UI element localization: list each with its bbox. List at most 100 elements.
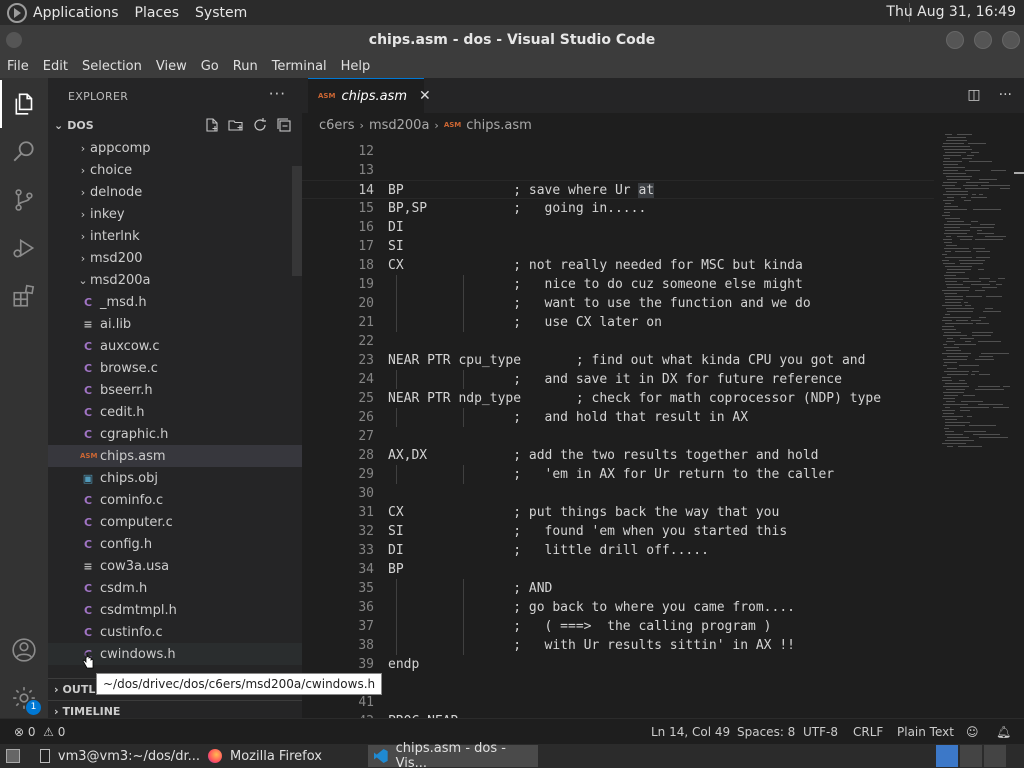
- feedback-icon[interactable]: ☺: [966, 725, 979, 739]
- close-window-button[interactable]: [1002, 31, 1020, 49]
- menu-help[interactable]: Help: [334, 59, 378, 74]
- code-line[interactable]: 39 endp: [302, 655, 934, 674]
- folder-item[interactable]: › choice: [48, 159, 302, 181]
- panel-menu-places[interactable]: Places: [135, 5, 180, 21]
- panel-menu-system[interactable]: System: [195, 5, 247, 21]
- cursor-position[interactable]: Ln 14, Col 49: [651, 725, 730, 739]
- distro-logo-icon[interactable]: [7, 2, 27, 23]
- panel-clock[interactable]: Thu Aug 31, 16:49: [886, 4, 1016, 20]
- workspace-3[interactable]: [984, 745, 1006, 767]
- code-line[interactable]: 17 SI: [302, 237, 934, 256]
- split-editor-icon[interactable]: ◫: [967, 87, 980, 103]
- taskbar-item-vscode[interactable]: chips.asm - dos - Vis...: [368, 741, 538, 768]
- code-line[interactable]: 16 DI: [302, 218, 934, 237]
- editor-more-icon[interactable]: ···: [999, 87, 1012, 103]
- problems-status[interactable]: ⊗ 0 ⚠ 0: [14, 725, 65, 739]
- sidebar-scrollbar[interactable]: [292, 166, 302, 276]
- code-line[interactable]: 25 NEAR PTR ndp_type ; check for math cop…: [302, 389, 934, 408]
- code-editor[interactable]: 12 13 14 BP ; save where Ur at 15 BP,SP ; goi…: [302, 142, 934, 718]
- code-line[interactable]: 29 ; 'em in AX for Ur return to the call…: [302, 465, 934, 484]
- code-line[interactable]: 33 DI ; little drill off.....: [302, 541, 934, 560]
- code-line[interactable]: 20 ; want to use the function and we do: [302, 294, 934, 313]
- menu-terminal[interactable]: Terminal: [265, 59, 334, 74]
- file-item[interactable]: Ccedit.h: [48, 401, 302, 423]
- code-line[interactable]: 31 CX ; put things back the way that you: [302, 503, 934, 522]
- workspace-1[interactable]: [936, 745, 958, 767]
- code-line[interactable]: 40: [302, 674, 934, 693]
- files-icon[interactable]: [0, 80, 48, 128]
- folder-item[interactable]: › appcomp: [48, 137, 302, 159]
- folder-item[interactable]: › interlnk: [48, 225, 302, 247]
- code-line[interactable]: 30: [302, 484, 934, 503]
- menu-view[interactable]: View: [149, 59, 194, 74]
- workspace-2[interactable]: [960, 745, 982, 767]
- panel-menu-applications[interactable]: Applications: [33, 5, 119, 21]
- code-line[interactable]: 27: [302, 427, 934, 446]
- breadcrumb-item[interactable]: c6ers: [319, 118, 355, 133]
- file-item[interactable]: ▣ chips.obj: [48, 467, 302, 489]
- menu-go[interactable]: Go: [194, 59, 226, 74]
- folder-item[interactable]: › delnode: [48, 181, 302, 203]
- breadcrumb-item[interactable]: msd200a: [369, 118, 429, 133]
- file-item[interactable]: Ccominfo.c: [48, 489, 302, 511]
- file-item[interactable]: Cbseerr.h: [48, 379, 302, 401]
- collapse-all-icon[interactable]: [276, 117, 294, 133]
- indentation-status[interactable]: Spaces: 8: [737, 725, 795, 739]
- minimap[interactable]: [938, 128, 1012, 728]
- code-line[interactable]: 32 SI ; found 'em when you started this: [302, 522, 934, 541]
- more-actions-icon[interactable]: ···: [269, 85, 286, 103]
- minimize-button[interactable]: [946, 31, 964, 49]
- extensions-icon[interactable]: [0, 272, 48, 320]
- code-line[interactable]: 41: [302, 693, 934, 712]
- settings-gear-icon[interactable]: 1: [0, 674, 48, 722]
- show-desktop-icon[interactable]: [0, 745, 30, 767]
- code-line[interactable]: 34 BP: [302, 560, 934, 579]
- window-menu-icon[interactable]: [6, 32, 22, 48]
- file-item[interactable]: ASM chips.asm: [48, 445, 302, 467]
- code-line[interactable]: 37 ; ( ===> the calling program ): [302, 617, 934, 636]
- refresh-icon[interactable]: [252, 117, 270, 133]
- code-line[interactable]: 26 ; and hold that result in AX: [302, 408, 934, 427]
- menu-file[interactable]: File: [0, 59, 36, 74]
- maximize-button[interactable]: [974, 31, 992, 49]
- file-item[interactable]: Cauxcow.c: [48, 335, 302, 357]
- code-line[interactable]: 21 ; use CX later on: [302, 313, 934, 332]
- folder-item[interactable]: › msd200: [48, 247, 302, 269]
- tab-chips-asm[interactable]: ASM chips.asm ✕: [308, 78, 431, 113]
- file-item[interactable]: Ccsdmtmpl.h: [48, 599, 302, 621]
- taskbar-item-terminal[interactable]: vm3@vm3:~/dos/dr...: [34, 745, 200, 767]
- run-debug-icon[interactable]: [0, 224, 48, 272]
- file-item[interactable]: C _msd.h: [48, 291, 302, 313]
- file-item[interactable]: Ccustinfo.c: [48, 621, 302, 643]
- search-icon[interactable]: [0, 128, 48, 176]
- window-titlebar[interactable]: chips.asm - dos - Visual Studio Code: [0, 25, 1024, 55]
- code-line[interactable]: 36 ; go back to where you came from....: [302, 598, 934, 617]
- file-item[interactable]: ≡ cow3a.usa: [48, 555, 302, 577]
- code-line[interactable]: 15 BP,SP ; going in.....: [302, 199, 934, 218]
- file-item[interactable]: Ccomputer.c: [48, 511, 302, 533]
- timeline-panel-header[interactable]: › TIMELINE: [48, 700, 302, 718]
- file-item[interactable]: ≡ ai.lib: [48, 313, 302, 335]
- folder-item[interactable]: › inkey: [48, 203, 302, 225]
- code-line[interactable]: 14 BP ; save where Ur at: [302, 180, 934, 199]
- breadcrumb-item[interactable]: chips.asm: [466, 118, 532, 133]
- code-line[interactable]: 38 ; with Ur results sittin' in AX !!: [302, 636, 934, 655]
- code-line[interactable]: 18 CX ; not really needed for MSC but kin…: [302, 256, 934, 275]
- code-line[interactable]: 13: [302, 161, 934, 180]
- code-line[interactable]: 19 ; nice to do cuz someone else might: [302, 275, 934, 294]
- file-item[interactable]: Cconfig.h: [48, 533, 302, 555]
- code-line[interactable]: 22: [302, 332, 934, 351]
- file-item[interactable]: Cbrowse.c: [48, 357, 302, 379]
- encoding-status[interactable]: UTF-8: [803, 725, 838, 739]
- notifications-bell-icon[interactable]: 🔔︎: [996, 725, 1011, 739]
- account-icon[interactable]: [0, 626, 48, 674]
- editor-scrollbar[interactable]: [1014, 172, 1024, 174]
- menu-run[interactable]: Run: [226, 59, 265, 74]
- taskbar-item-firefox[interactable]: Mozilla Firefox: [202, 745, 366, 767]
- code-line[interactable]: 24 ; and save it in DX for future refere…: [302, 370, 934, 389]
- code-line[interactable]: 28 AX,DX ; add the two results together a…: [302, 446, 934, 465]
- code-line[interactable]: 23 NEAR PTR cpu_type ; find out what kind…: [302, 351, 934, 370]
- new-folder-icon[interactable]: [228, 117, 246, 133]
- language-mode[interactable]: Plain Text: [897, 725, 954, 739]
- menu-edit[interactable]: Edit: [36, 59, 75, 74]
